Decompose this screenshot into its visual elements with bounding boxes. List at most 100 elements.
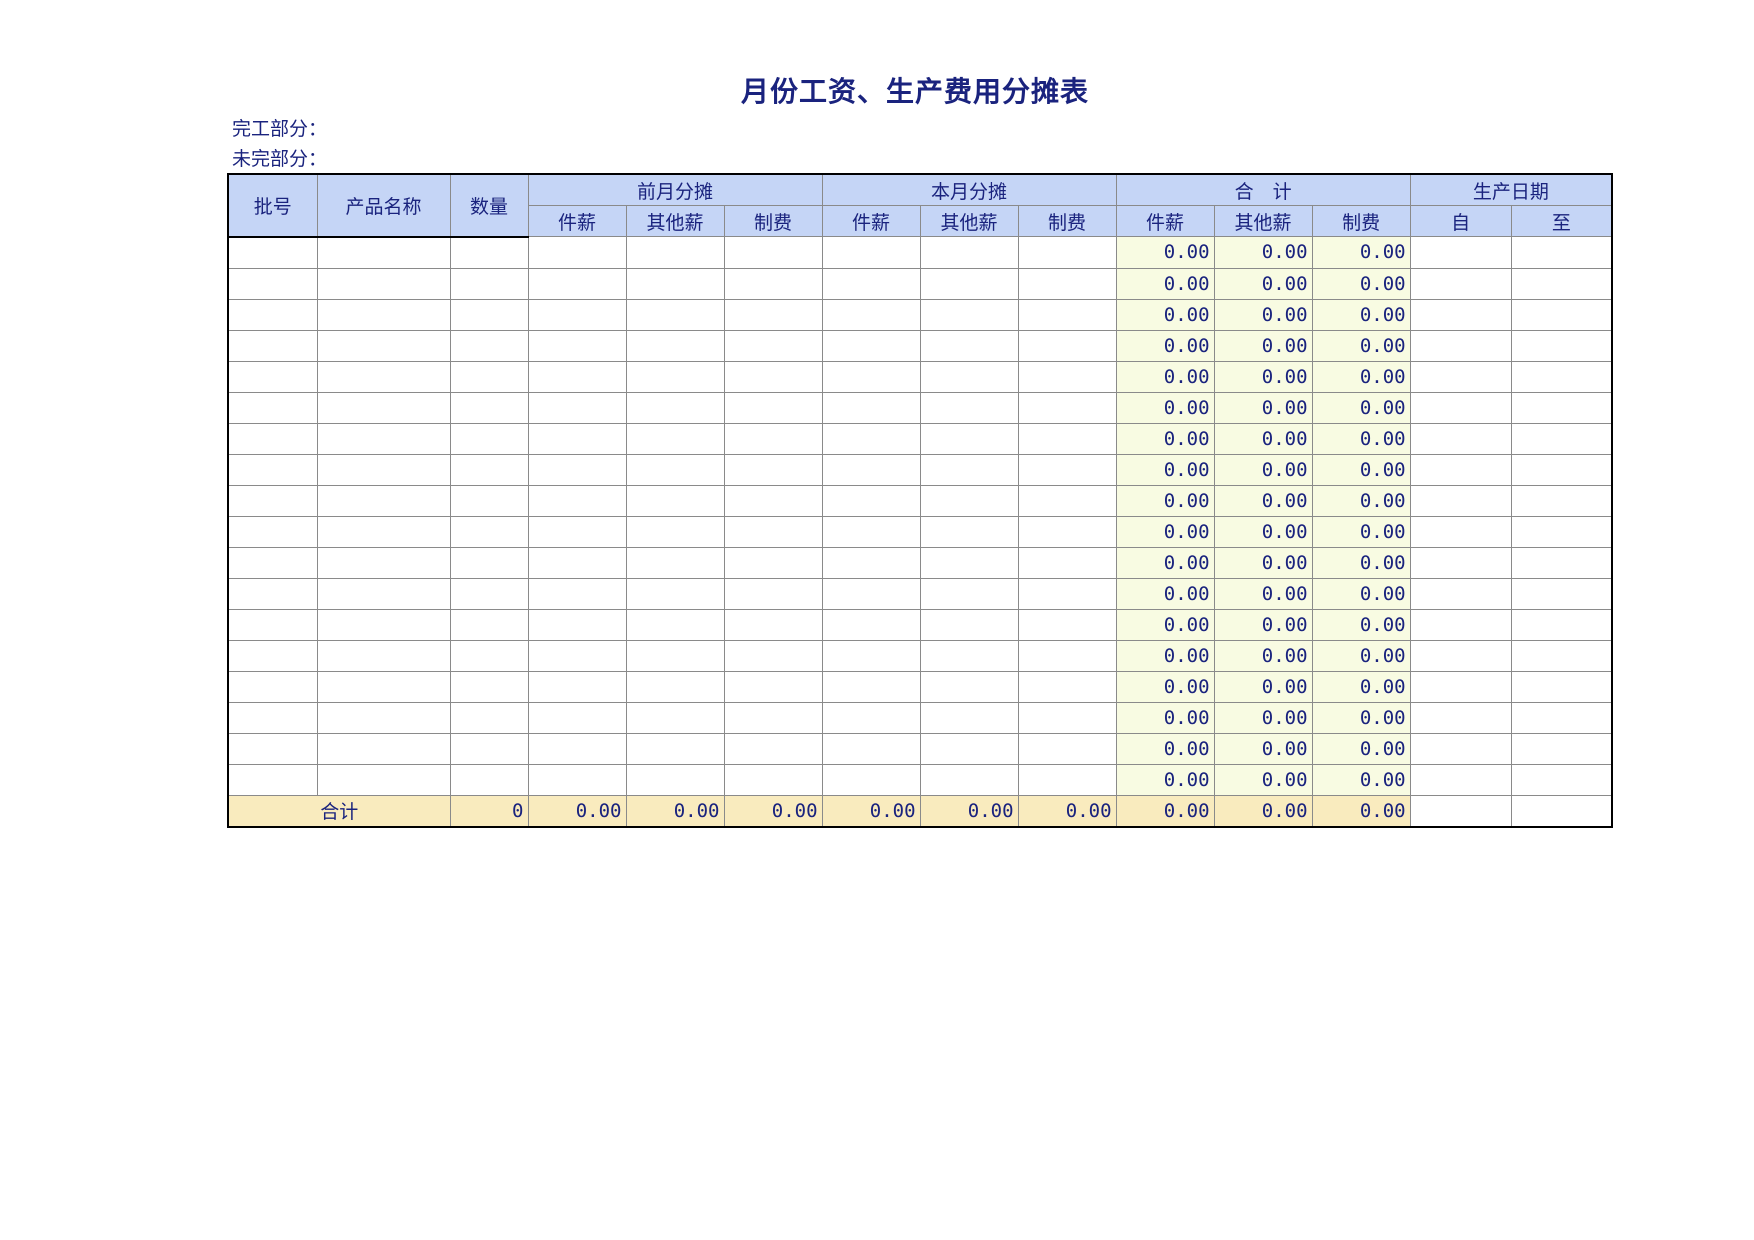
cell-this-piece[interactable] bbox=[821, 546, 921, 579]
cell-date-from[interactable] bbox=[1409, 763, 1512, 796]
cell-product-name[interactable] bbox=[316, 732, 451, 765]
cell-date-to[interactable] bbox=[1510, 608, 1613, 641]
cell-quantity[interactable] bbox=[449, 484, 529, 517]
cell-prev-overhead[interactable] bbox=[723, 422, 823, 455]
cell-date-to[interactable] bbox=[1510, 639, 1613, 672]
cell-product-name[interactable] bbox=[316, 639, 451, 672]
cell-this-other[interactable] bbox=[919, 670, 1019, 703]
cell-date-from[interactable] bbox=[1409, 267, 1512, 300]
cell-product-name[interactable] bbox=[316, 298, 451, 331]
cell-prev-other[interactable] bbox=[625, 298, 725, 331]
cell-this-overhead[interactable] bbox=[1017, 763, 1117, 796]
cell-product-name[interactable] bbox=[316, 484, 451, 517]
cell-batch-no[interactable] bbox=[227, 577, 318, 610]
cell-batch-no[interactable] bbox=[227, 360, 318, 393]
cell-this-overhead[interactable] bbox=[1017, 267, 1117, 300]
cell-this-piece[interactable] bbox=[821, 484, 921, 517]
cell-this-other[interactable] bbox=[919, 763, 1019, 796]
cell-prev-other[interactable] bbox=[625, 701, 725, 734]
cell-date-to[interactable] bbox=[1510, 422, 1613, 455]
cell-prev-overhead[interactable] bbox=[723, 236, 823, 269]
cell-this-other[interactable] bbox=[919, 546, 1019, 579]
cell-date-from[interactable] bbox=[1409, 422, 1512, 455]
cell-prev-overhead[interactable] bbox=[723, 608, 823, 641]
cell-date-from[interactable] bbox=[1409, 484, 1512, 517]
cell-quantity[interactable] bbox=[449, 267, 529, 300]
cell-prev-piece[interactable] bbox=[527, 422, 627, 455]
cell-this-overhead[interactable] bbox=[1017, 701, 1117, 734]
cell-product-name[interactable] bbox=[316, 701, 451, 734]
cell-date-from[interactable] bbox=[1409, 639, 1512, 672]
cell-quantity[interactable] bbox=[449, 639, 529, 672]
cell-prev-other[interactable] bbox=[625, 422, 725, 455]
cell-this-overhead[interactable] bbox=[1017, 422, 1117, 455]
cell-this-overhead[interactable] bbox=[1017, 360, 1117, 393]
cell-product-name[interactable] bbox=[316, 422, 451, 455]
cell-prev-other[interactable] bbox=[625, 267, 725, 300]
cell-date-to[interactable] bbox=[1510, 329, 1613, 362]
cell-date-to[interactable] bbox=[1510, 391, 1613, 424]
cell-prev-overhead[interactable] bbox=[723, 701, 823, 734]
cell-this-overhead[interactable] bbox=[1017, 670, 1117, 703]
cell-quantity[interactable] bbox=[449, 608, 529, 641]
cell-this-other[interactable] bbox=[919, 391, 1019, 424]
cell-this-other[interactable] bbox=[919, 732, 1019, 765]
cell-date-to[interactable] bbox=[1510, 484, 1613, 517]
cell-this-other[interactable] bbox=[919, 701, 1019, 734]
cell-prev-overhead[interactable] bbox=[723, 453, 823, 486]
cell-product-name[interactable] bbox=[316, 360, 451, 393]
cell-this-piece[interactable] bbox=[821, 422, 921, 455]
cell-this-piece[interactable] bbox=[821, 267, 921, 300]
cell-date-to[interactable] bbox=[1510, 453, 1613, 486]
cell-prev-piece[interactable] bbox=[527, 267, 627, 300]
cell-date-from[interactable] bbox=[1409, 329, 1512, 362]
cell-date-to[interactable] bbox=[1510, 701, 1613, 734]
cell-quantity[interactable] bbox=[449, 670, 529, 703]
cell-this-piece[interactable] bbox=[821, 763, 921, 796]
cell-date-to[interactable] bbox=[1510, 546, 1613, 579]
cell-batch-no[interactable] bbox=[227, 608, 318, 641]
cell-this-other[interactable] bbox=[919, 484, 1019, 517]
cell-prev-other[interactable] bbox=[625, 608, 725, 641]
cell-quantity[interactable] bbox=[449, 329, 529, 362]
cell-quantity[interactable] bbox=[449, 546, 529, 579]
cell-quantity[interactable] bbox=[449, 391, 529, 424]
cell-quantity[interactable] bbox=[449, 515, 529, 548]
cell-date-to[interactable] bbox=[1510, 360, 1613, 393]
cell-this-piece[interactable] bbox=[821, 236, 921, 269]
cell-prev-piece[interactable] bbox=[527, 608, 627, 641]
cell-prev-other[interactable] bbox=[625, 236, 725, 269]
cell-prev-piece[interactable] bbox=[527, 670, 627, 703]
cell-this-overhead[interactable] bbox=[1017, 298, 1117, 331]
cell-prev-piece[interactable] bbox=[527, 484, 627, 517]
cell-this-piece[interactable] bbox=[821, 670, 921, 703]
cell-prev-overhead[interactable] bbox=[723, 484, 823, 517]
cell-prev-overhead[interactable] bbox=[723, 329, 823, 362]
cell-this-overhead[interactable] bbox=[1017, 236, 1117, 269]
cell-this-piece[interactable] bbox=[821, 360, 921, 393]
cell-this-overhead[interactable] bbox=[1017, 453, 1117, 486]
cell-product-name[interactable] bbox=[316, 763, 451, 796]
cell-date-to[interactable] bbox=[1510, 577, 1613, 610]
cell-batch-no[interactable] bbox=[227, 701, 318, 734]
cell-batch-no[interactable] bbox=[227, 732, 318, 765]
cell-prev-other[interactable] bbox=[625, 670, 725, 703]
cell-date-to[interactable] bbox=[1510, 236, 1613, 269]
cell-product-name[interactable] bbox=[316, 391, 451, 424]
cell-prev-piece[interactable] bbox=[527, 732, 627, 765]
cell-quantity[interactable] bbox=[449, 298, 529, 331]
cell-product-name[interactable] bbox=[316, 670, 451, 703]
cell-prev-overhead[interactable] bbox=[723, 391, 823, 424]
cell-quantity[interactable] bbox=[449, 577, 529, 610]
cell-prev-overhead[interactable] bbox=[723, 670, 823, 703]
cell-date-from[interactable] bbox=[1409, 546, 1512, 579]
cell-this-piece[interactable] bbox=[821, 701, 921, 734]
cell-batch-no[interactable] bbox=[227, 763, 318, 796]
cell-this-piece[interactable] bbox=[821, 577, 921, 610]
cell-prev-other[interactable] bbox=[625, 732, 725, 765]
cell-prev-piece[interactable] bbox=[527, 546, 627, 579]
cell-this-other[interactable] bbox=[919, 236, 1019, 269]
cell-prev-other[interactable] bbox=[625, 484, 725, 517]
cell-this-overhead[interactable] bbox=[1017, 732, 1117, 765]
cell-quantity[interactable] bbox=[449, 360, 529, 393]
